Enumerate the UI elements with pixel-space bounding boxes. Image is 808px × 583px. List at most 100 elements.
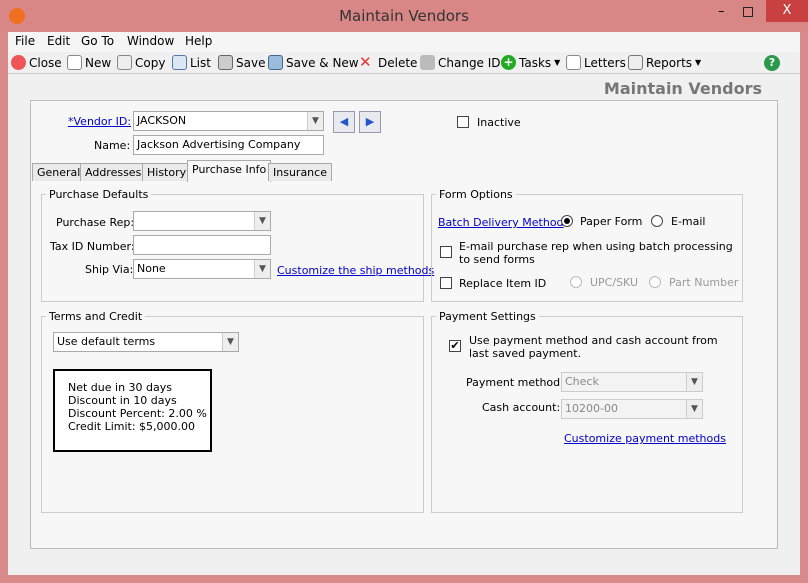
name-label: Name: [94, 139, 131, 152]
payment-method-select[interactable]: Check ▼ [561, 372, 703, 392]
terms-line: Credit Limit: $5,000.00 [68, 420, 196, 433]
chevron-down-icon[interactable]: ▼ [686, 400, 702, 418]
ship-via-value: None [137, 262, 166, 275]
chevron-down-icon[interactable]: ▼ [254, 212, 270, 230]
email-radio[interactable] [651, 215, 663, 227]
terms-line: Net due in 30 days [68, 381, 173, 394]
terms-summary: Net due in 30 days Discount in 10 days D… [53, 369, 212, 452]
payment-settings-title: Payment Settings [436, 310, 539, 323]
purchase-defaults-title: Purchase Defaults [46, 188, 152, 201]
copy-icon [117, 55, 132, 70]
save-new-label: Save & New [286, 55, 359, 70]
tab-history[interactable]: History [142, 163, 192, 181]
ship-via-field[interactable]: None ▼ [133, 259, 271, 279]
save-new-button[interactable]: Save & New [268, 55, 359, 70]
change-id-button[interactable]: Change ID [420, 55, 501, 70]
payment-method-label: Payment method: [466, 376, 564, 389]
purchase-rep-label: Purchase Rep: [56, 216, 135, 229]
terms-line: Discount in 10 days [68, 394, 177, 407]
email-rep-checkbox[interactable] [440, 246, 452, 258]
chevron-down-icon[interactable]: ▼ [222, 333, 238, 351]
email-rep-label: E-mail purchase rep when using batch pro… [459, 240, 733, 266]
previous-record-button[interactable]: ◀ [333, 111, 355, 133]
window-close-button[interactable]: X [766, 0, 808, 22]
chevron-down-icon[interactable]: ▼ [307, 112, 323, 130]
close-label: Close [29, 55, 62, 70]
upc-label: UPC/SKU [590, 276, 639, 289]
chevron-down-icon[interactable]: ▼ [686, 373, 702, 391]
customize-payment-methods-link[interactable]: Customize payment methods [564, 432, 726, 445]
use-last-payment-label: Use payment method and cash account from… [469, 334, 718, 360]
save-new-icon [268, 55, 283, 70]
part-number-label: Part Number [669, 276, 739, 289]
new-icon [67, 55, 82, 70]
list-label: List [190, 55, 211, 70]
window-title: Maintain Vendors [339, 7, 469, 25]
batch-delivery-link[interactable]: Batch Delivery Method [438, 216, 564, 229]
menu-goto[interactable]: Go To [81, 34, 114, 48]
purchase-rep-field[interactable]: ▼ [133, 211, 271, 231]
list-button[interactable]: List [172, 55, 211, 70]
close-button[interactable]: Close [11, 55, 62, 70]
use-last-payment-checkbox[interactable]: ✔ [449, 340, 461, 352]
part-number-radio[interactable] [649, 276, 661, 288]
reports-button[interactable]: Reports ▼ [628, 55, 701, 70]
tasks-label: Tasks [519, 55, 552, 70]
tab-insurance[interactable]: Insurance [268, 163, 332, 181]
replace-item-id-label: Replace Item ID [459, 277, 547, 290]
cash-account-label: Cash account: [482, 401, 561, 414]
delete-icon: ✕ [359, 53, 372, 71]
replace-item-id-checkbox[interactable] [440, 277, 452, 289]
menu-help[interactable]: Help [185, 34, 212, 48]
payment-method-value: Check [565, 375, 599, 388]
copy-button[interactable]: Copy [117, 55, 165, 70]
plus-icon: + [501, 55, 516, 70]
customize-ship-methods-link[interactable]: Customize the ship methods [277, 264, 434, 277]
letters-icon [566, 55, 581, 70]
next-record-button[interactable]: ▶ [359, 111, 381, 133]
tab-general[interactable]: General [32, 163, 86, 181]
new-button[interactable]: New [67, 55, 111, 70]
letters-label: Letters [584, 55, 626, 70]
new-label: New [85, 55, 112, 70]
maximize-button[interactable] [743, 7, 753, 17]
tasks-button[interactable]: + Tasks ▼ [501, 55, 560, 70]
cash-account-select[interactable]: 10200-00 ▼ [561, 399, 703, 419]
save-button[interactable]: Save [218, 55, 265, 70]
terms-title: Terms and Credit [46, 310, 146, 323]
minimize-button[interactable]: – [718, 4, 725, 19]
name-field[interactable]: Jackson Advertising Company [133, 135, 324, 155]
menu-file[interactable]: File [15, 34, 35, 48]
page-header: Maintain Vendors [603, 79, 762, 98]
close-icon [11, 55, 26, 70]
list-icon [172, 55, 187, 70]
vendor-id-value: JACKSON [137, 114, 187, 127]
inactive-checkbox[interactable] [457, 116, 469, 128]
inactive-label: Inactive [477, 116, 521, 129]
paper-form-label: Paper Form [580, 215, 643, 228]
chevron-down-icon[interactable]: ▼ [254, 260, 270, 278]
tax-id-field[interactable] [133, 235, 271, 255]
terms-select[interactable]: Use default terms ▼ [53, 332, 239, 352]
help-icon[interactable]: ? [764, 55, 780, 71]
vendor-id-field[interactable]: JACKSON ▼ [133, 111, 324, 131]
tab-purchase-info[interactable]: Purchase Info [187, 160, 272, 182]
tab-addresses[interactable]: Addresses [80, 163, 147, 181]
save-icon [218, 55, 233, 70]
copy-label: Copy [135, 55, 166, 70]
vendor-id-link[interactable]: *Vendor ID: [68, 115, 131, 128]
menu-window[interactable]: Window [127, 34, 174, 48]
chevron-down-icon: ▼ [695, 58, 702, 67]
reports-icon [628, 55, 643, 70]
upc-radio[interactable] [570, 276, 582, 288]
menu-edit[interactable]: Edit [47, 34, 70, 48]
paper-form-radio[interactable] [561, 215, 573, 227]
delete-button[interactable]: ✕ Delete [359, 55, 417, 70]
change-id-label: Change ID [438, 55, 501, 70]
tax-id-label: Tax ID Number: [50, 240, 135, 253]
ship-via-label: Ship Via: [85, 263, 134, 276]
terms-select-value: Use default terms [57, 335, 156, 348]
letters-button[interactable]: Letters [566, 55, 626, 70]
terms-line: Discount Percent: 2.00 % [68, 407, 207, 420]
delete-label: Delete [378, 55, 418, 70]
